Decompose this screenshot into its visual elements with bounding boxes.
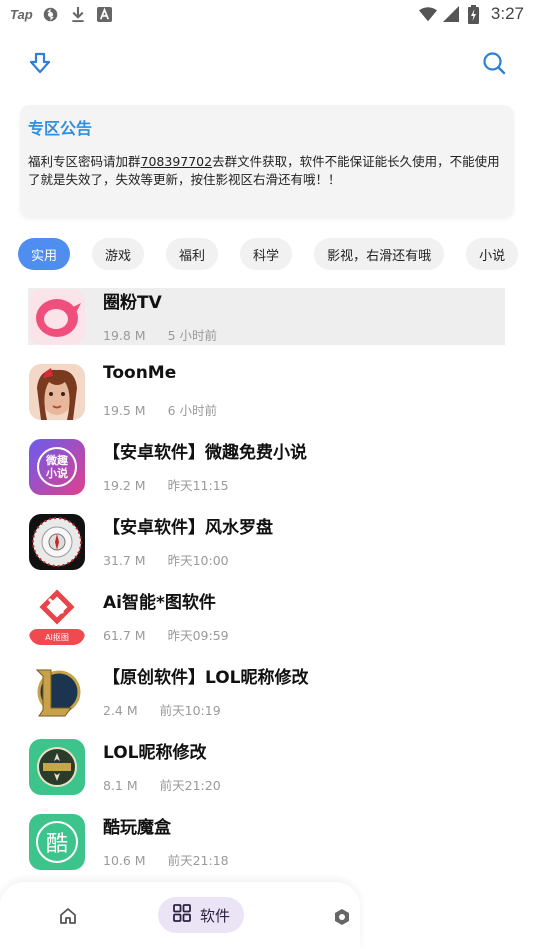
toonme-app-icon — [29, 364, 85, 420]
app-a-icon — [96, 5, 114, 23]
icon-text: AI抠图 — [29, 629, 85, 645]
app-meta: 10.6 M 前天21:18 — [103, 850, 229, 869]
home-nav-button[interactable] — [57, 905, 79, 927]
app-meta: 61.7 M 昨天09:59 — [103, 625, 229, 644]
app-name: 【安卓软件】风水罗盘 — [103, 518, 273, 538]
list-item[interactable]: ToonMe 19.5 M 6 小时前 — [28, 363, 505, 438]
home-icon — [57, 908, 79, 931]
app-size: 2.4 M — [103, 703, 138, 718]
icon-text: 小说 — [46, 467, 68, 480]
app-meta: 31.7 M 昨天10:00 — [103, 550, 229, 569]
search-icon — [482, 51, 506, 79]
app-size: 10.6 M — [103, 853, 146, 868]
tab-xiaoshuo[interactable]: 小说 — [466, 238, 519, 270]
tap-notification-icon: Tap — [10, 6, 33, 22]
list-item[interactable]: LOL昵称修改 8.1 M 前天21:20 — [28, 738, 505, 813]
app-name: 【原创软件】LOL昵称修改 — [103, 668, 309, 688]
tab-yingshi[interactable]: 影视，右滑还有哦 — [314, 238, 445, 270]
app-meta: 19.5 M 6 小时前 — [103, 400, 217, 419]
discover-nav-button[interactable] — [332, 907, 352, 927]
app-time: 昨天11:15 — [167, 478, 229, 493]
search-button[interactable] — [474, 45, 514, 85]
download-icon — [69, 5, 87, 23]
download-button[interactable] — [20, 45, 60, 85]
category-tabs: 实用 游戏 福利 科学 影视，右滑还有哦 小说 — [18, 238, 519, 270]
software-nav-button[interactable]: 软件 — [158, 897, 244, 933]
app-list: 圈粉TV 19.8 M 5 小时前 ToonMe 19.5 M 6 小时前 微趣 小… — [28, 288, 505, 888]
announcement-text-prefix: 福利专区密码请加群 — [28, 154, 141, 169]
announcement-title: 专区公告 — [28, 119, 93, 138]
list-item[interactable]: 圈粉TV 19.8 M 5 小时前 — [28, 288, 505, 363]
lol-nickname-app-icon — [29, 739, 85, 795]
list-item[interactable]: 【安卓软件】风水罗盘 31.7 M 昨天10:00 — [28, 513, 505, 588]
icon-text: 微趣 — [46, 454, 68, 467]
weiqu-novel-app-icon: 微趣 小说 — [29, 439, 85, 495]
ai-image-app-icon: AI抠图 — [29, 589, 85, 645]
app-size: 61.7 M — [103, 628, 146, 643]
app-time: 前天10:19 — [159, 703, 221, 718]
tab-shiyong[interactable]: 实用 — [18, 238, 71, 270]
icon-text: 酷 — [36, 821, 78, 863]
app-meta: 8.1 M 前天21:20 — [103, 775, 221, 794]
bottom-navigation: 软件 — [0, 882, 360, 950]
app-time: 6 小时前 — [167, 403, 218, 418]
battery-charging-icon — [465, 4, 483, 24]
list-item[interactable]: 【原创软件】LOL昵称修改 2.4 M 前天10:19 — [28, 663, 505, 738]
tab-youxi[interactable]: 游戏 — [92, 238, 145, 270]
group-number-link[interactable]: 708397702 — [141, 154, 213, 169]
app-name: 酷玩魔盒 — [103, 818, 171, 838]
grid-icon — [172, 903, 192, 927]
status-bar-right: 3:27 — [418, 4, 524, 24]
app-size: 19.8 M — [103, 328, 146, 343]
discover-icon — [332, 909, 352, 931]
app-size: 8.1 M — [103, 778, 138, 793]
list-item[interactable]: 微趣 小说 【安卓软件】微趣免费小说 19.2 M 昨天11:15 — [28, 438, 505, 513]
kuwan-mohe-app-icon: 酷 — [29, 814, 85, 870]
announcement-card: 专区公告 福利专区密码请加群708397702去群文件获取，软件不能保证能长久使… — [20, 105, 514, 217]
tab-fuli[interactable]: 福利 — [166, 238, 219, 270]
status-bar-left: Tap — [10, 5, 114, 23]
quanfen-tv-app-icon — [29, 289, 85, 345]
app-name: 圈粉TV — [103, 293, 162, 313]
app-meta: 2.4 M 前天10:19 — [103, 700, 221, 719]
app-time: 前天21:18 — [167, 853, 229, 868]
app-time: 前天21:20 — [159, 778, 221, 793]
sync-icon — [42, 5, 60, 23]
app-name: Ai智能*图软件 — [103, 593, 216, 613]
app-size: 19.5 M — [103, 403, 146, 418]
app-name: ToonMe — [103, 363, 177, 383]
software-nav-label: 软件 — [199, 906, 230, 925]
app-name: LOL昵称修改 — [103, 743, 207, 763]
app-time: 昨天09:59 — [167, 628, 229, 643]
list-item[interactable]: 酷 酷玩魔盒 10.6 M 前天21:18 — [28, 813, 505, 888]
announcement-body: 福利专区密码请加群708397702去群文件获取，软件不能保证能长久使用，不能使… — [28, 153, 506, 189]
app-size: 19.2 M — [103, 478, 146, 493]
status-bar: Tap 3:27 — [0, 0, 534, 28]
list-item[interactable]: AI抠图 Ai智能*图软件 61.7 M 昨天09:59 — [28, 588, 505, 663]
app-meta: 19.8 M 5 小时前 — [103, 325, 217, 344]
signal-icon — [442, 5, 460, 23]
app-meta: 19.2 M 昨天11:15 — [103, 475, 229, 494]
wifi-icon — [418, 5, 437, 23]
app-size: 31.7 M — [103, 553, 146, 568]
app-name: 【安卓软件】微趣免费小说 — [103, 443, 307, 463]
fengshui-compass-app-icon — [29, 514, 85, 570]
lol-logo-app-icon — [29, 664, 85, 720]
app-time: 5 小时前 — [167, 328, 218, 343]
download-arrow-icon — [29, 52, 51, 78]
app-time: 昨天10:00 — [167, 553, 229, 568]
tab-kexue[interactable]: 科学 — [240, 238, 293, 270]
status-time: 3:27 — [490, 4, 524, 23]
